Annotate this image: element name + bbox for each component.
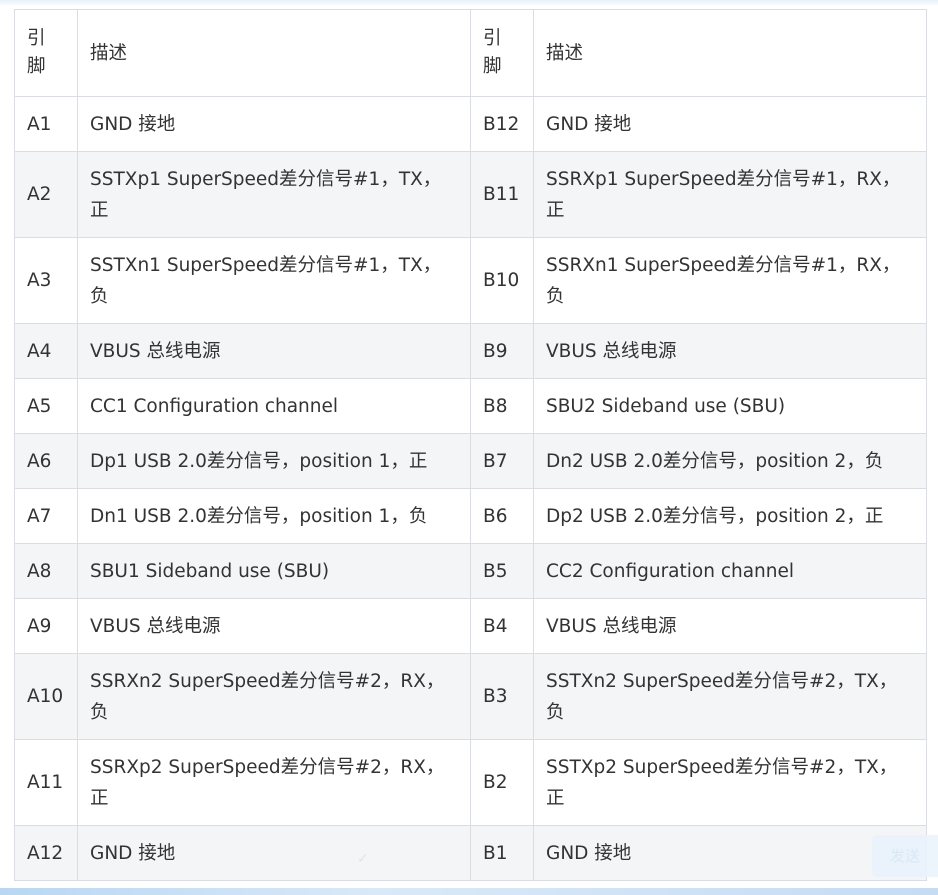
top-strip bbox=[0, 0, 938, 6]
table-row: A7 Dn1 USB 2.0差分信号，position 1，负 B6 Dp2 USB … bbox=[14, 488, 927, 544]
desc-a-cell: VBUS 总线电源 bbox=[77, 323, 471, 379]
table-row: A1 GND 接地 B12 GND 接地 bbox=[14, 96, 927, 152]
desc-a-cell: Dn1 USB 2.0差分信号，position 1，负 bbox=[77, 488, 471, 544]
pin-b-cell: B2 bbox=[470, 739, 534, 826]
desc-b-cell: SSTXp2 SuperSpeed差分信号#2，TX，正 bbox=[533, 739, 927, 826]
desc-b-cell: SBU2 Sideband use (SBU) bbox=[533, 378, 927, 434]
checkmark-icon: ✓ bbox=[357, 851, 369, 867]
desc-a-cell: VBUS 总线电源 bbox=[77, 598, 471, 654]
desc-b-cell: VBUS 总线电源 bbox=[533, 598, 927, 654]
desc-b-cell: VBUS 总线电源 bbox=[533, 323, 927, 379]
pin-a-cell: A8 bbox=[14, 543, 78, 599]
pin-a-cell: A4 bbox=[14, 323, 78, 379]
pin-b-cell: B5 bbox=[470, 543, 534, 599]
pin-table-body: A1 GND 接地 B12 GND 接地 A2 SSTXp1 SuperSpeed差分信号… bbox=[14, 96, 927, 881]
desc-a-cell: SSRXn2 SuperSpeed差分信号#2，RX，负 bbox=[77, 653, 471, 740]
bottom-strip bbox=[0, 888, 938, 895]
pin-a-cell: A7 bbox=[14, 488, 78, 544]
table-row: A4 VBUS 总线电源 B9 VBUS 总线电源 bbox=[14, 323, 927, 379]
table-row: A3 SSTXn1 SuperSpeed差分信号#1，TX，负 B10 SSRXn1 … bbox=[14, 237, 927, 324]
desc-a-cell: Dp1 USB 2.0差分信号，position 1，正 bbox=[77, 433, 471, 489]
desc-a-cell: GND 接地 bbox=[77, 825, 471, 881]
header-pin-a: 引 脚 bbox=[14, 9, 78, 97]
desc-b-cell: GND 接地 bbox=[533, 825, 927, 881]
header-desc-b: 描述 bbox=[533, 9, 927, 97]
pin-b-cell: B10 bbox=[470, 237, 534, 324]
pin-b-cell: B4 bbox=[470, 598, 534, 654]
desc-b-cell: SSRXp1 SuperSpeed差分信号#1，RX，正 bbox=[533, 151, 927, 238]
desc-b-cell: Dn2 USB 2.0差分信号，position 2，负 bbox=[533, 433, 927, 489]
desc-a-cell: GND 接地 bbox=[77, 96, 471, 152]
pin-b-cell: B7 bbox=[470, 433, 534, 489]
pin-a-cell: A9 bbox=[14, 598, 78, 654]
page: 引 脚 描述 引 脚 描述 A1 GND 接地 B12 GND 接地 A2 SSTXp1 … bbox=[0, 0, 938, 895]
desc-a-cell: SBU1 Sideband use (SBU) bbox=[77, 543, 471, 599]
pin-b-cell: B6 bbox=[470, 488, 534, 544]
desc-a-cell: CC1 Configuration channel bbox=[77, 378, 471, 434]
pin-a-cell: A3 bbox=[14, 237, 78, 324]
pin-b-cell: B12 bbox=[470, 96, 534, 152]
desc-a-cell: SSTXp1 SuperSpeed差分信号#1，TX，正 bbox=[77, 151, 471, 238]
table-row: A5 CC1 Configuration channel B8 SBU2 Sideba… bbox=[14, 378, 927, 434]
desc-b-cell: SSRXn1 SuperSpeed差分信号#1，RX，负 bbox=[533, 237, 927, 324]
table-row: A9 VBUS 总线电源 B4 VBUS 总线电源 bbox=[14, 598, 927, 654]
table-row: A6 Dp1 USB 2.0差分信号，position 1，正 B7 Dn2 USB … bbox=[14, 433, 927, 489]
desc-b-cell: Dp2 USB 2.0差分信号，position 2，正 bbox=[533, 488, 927, 544]
pin-b-cell: B3 bbox=[470, 653, 534, 740]
table-row: A2 SSTXp1 SuperSpeed差分信号#1，TX，正 B11 SSRXp1 … bbox=[14, 151, 927, 238]
table-row: A12 GND 接地 B1 GND 接地 bbox=[14, 825, 927, 881]
desc-b-cell: SSTXn2 SuperSpeed差分信号#2，TX，负 bbox=[533, 653, 927, 740]
send-button[interactable]: 发送 bbox=[872, 835, 938, 877]
pin-table: 引 脚 描述 引 脚 描述 A1 GND 接地 B12 GND 接地 A2 SSTXp1 … bbox=[14, 9, 927, 881]
header-pin-a-label: 引 脚 bbox=[27, 28, 46, 77]
desc-b-cell: GND 接地 bbox=[533, 96, 927, 152]
header-pin-b: 引 脚 bbox=[470, 9, 534, 97]
desc-b-cell: CC2 Configuration channel bbox=[533, 543, 927, 599]
desc-a-cell: SSTXn1 SuperSpeed差分信号#1，TX，负 bbox=[77, 237, 471, 324]
pin-b-cell: B9 bbox=[470, 323, 534, 379]
pin-b-cell: B8 bbox=[470, 378, 534, 434]
table-header-row: 引 脚 描述 引 脚 描述 bbox=[14, 9, 927, 97]
pin-a-cell: A2 bbox=[14, 151, 78, 238]
table-row: A10 SSRXn2 SuperSpeed差分信号#2，RX，负 B3 SSTXn2 … bbox=[14, 653, 927, 740]
pin-b-cell: B1 bbox=[470, 825, 534, 881]
pin-a-cell: A10 bbox=[14, 653, 78, 740]
pin-b-cell: B11 bbox=[470, 151, 534, 238]
pin-a-cell: A1 bbox=[14, 96, 78, 152]
pin-a-cell: A12 bbox=[14, 825, 78, 881]
desc-a-cell: SSRXp2 SuperSpeed差分信号#2，RX，正 bbox=[77, 739, 471, 826]
pin-a-cell: A6 bbox=[14, 433, 78, 489]
pin-a-cell: A5 bbox=[14, 378, 78, 434]
table-row: A8 SBU1 Sideband use (SBU) B5 CC2 Configura… bbox=[14, 543, 927, 599]
header-pin-b-label: 引 脚 bbox=[483, 28, 502, 77]
header-desc-a: 描述 bbox=[77, 9, 471, 97]
table-row: A11 SSRXp2 SuperSpeed差分信号#2，RX，正 B2 SSTXp2 … bbox=[14, 739, 927, 826]
pin-a-cell: A11 bbox=[14, 739, 78, 826]
